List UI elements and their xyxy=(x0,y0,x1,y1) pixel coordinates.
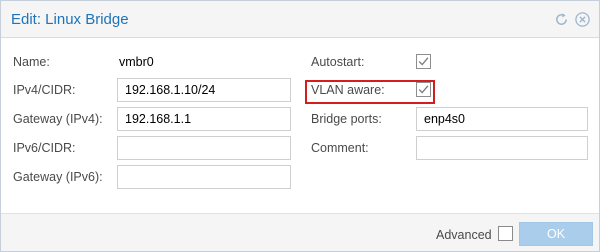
autostart-checkbox[interactable] xyxy=(416,54,431,69)
advanced-checkbox[interactable] xyxy=(498,226,513,241)
ipv6-field[interactable] xyxy=(117,136,291,160)
autostart-label: Autostart: xyxy=(311,55,365,69)
vlan-aware-highlight-box xyxy=(305,80,435,104)
ipv4-label: IPv4/CIDR: xyxy=(13,83,76,97)
dialog-titlebar: Edit: Linux Bridge xyxy=(1,1,599,38)
gateway-ipv6-label: Gateway (IPv6): xyxy=(13,170,103,184)
advanced-label: Advanced xyxy=(436,228,492,242)
bridge-ports-field[interactable] xyxy=(416,107,588,131)
gateway-ipv4-field[interactable] xyxy=(117,107,291,131)
dialog-body: Name: vmbr0 IPv4/CIDR: Gateway (IPv4): I… xyxy=(1,39,599,213)
comment-field[interactable] xyxy=(416,136,588,160)
dialog-footer: Advanced OK xyxy=(1,213,599,251)
close-icon[interactable] xyxy=(575,12,590,27)
dialog-title: Edit: Linux Bridge xyxy=(11,11,129,28)
gateway-ipv6-field[interactable] xyxy=(117,165,291,189)
edit-linux-bridge-dialog: Edit: Linux Bridge Name: vmbr0 IPv4/CIDR… xyxy=(0,0,600,252)
reset-icon[interactable] xyxy=(554,12,569,27)
gateway-ipv4-label: Gateway (IPv4): xyxy=(13,112,103,126)
ipv6-label: IPv6/CIDR: xyxy=(13,141,76,155)
ok-button[interactable]: OK xyxy=(519,222,593,246)
bridge-ports-label: Bridge ports: xyxy=(311,112,382,126)
name-value: vmbr0 xyxy=(119,55,154,69)
name-label: Name: xyxy=(13,55,50,69)
ipv4-field[interactable] xyxy=(117,78,291,102)
comment-label: Comment: xyxy=(311,141,369,155)
